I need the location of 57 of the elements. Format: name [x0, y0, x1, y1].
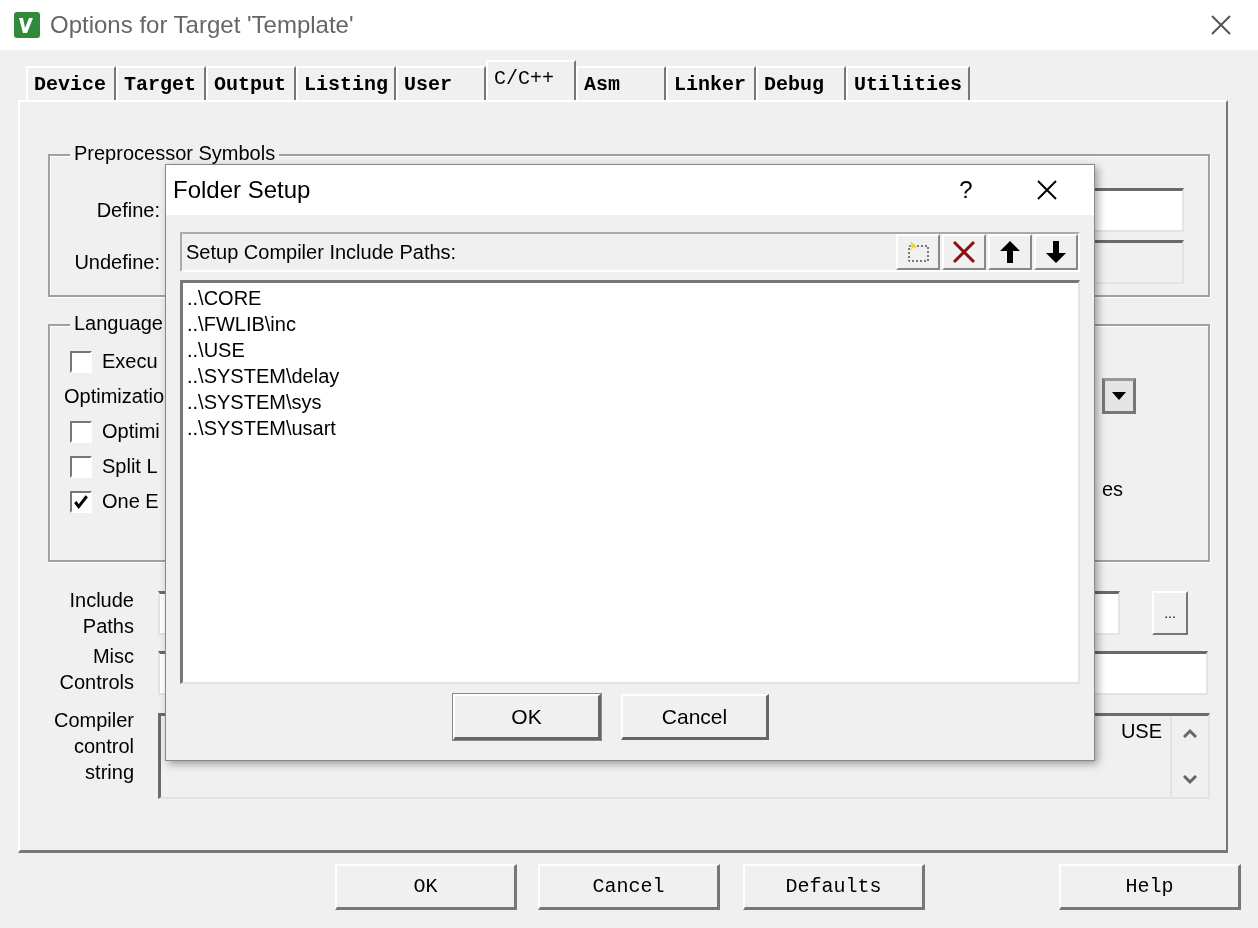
tab[interactable]: Output — [206, 66, 296, 100]
compiler-string-line: USE — [1120, 720, 1162, 743]
path-item[interactable]: ..\USE — [187, 337, 245, 363]
tab[interactable]: Target — [116, 66, 206, 100]
path-item[interactable]: ..\SYSTEM\sys — [187, 389, 322, 415]
undefine-label: Undefine: — [73, 250, 160, 274]
tab[interactable]: Listing — [296, 66, 396, 100]
dialog-button[interactable]: Help — [1059, 864, 1241, 910]
option-label: Optimizatio — [64, 385, 165, 408]
new-folder-button[interactable] — [896, 234, 940, 270]
list-label: Setup Compiler Include Paths: — [185, 240, 457, 264]
path-item[interactable]: ..\CORE — [187, 285, 262, 311]
browse-button[interactable]: ... — [1152, 591, 1188, 635]
dialog-button[interactable]: Cancel — [621, 694, 769, 740]
compiler-string-label: Compiler control string — [52, 708, 134, 785]
checkbox-label: Optimi — [102, 420, 160, 443]
dropdown-arrow-icon — [1112, 392, 1126, 400]
dialog-button[interactable]: Cancel — [538, 864, 720, 910]
tab[interactable]: Linker — [666, 66, 756, 100]
dialog-button[interactable]: OK — [453, 694, 601, 740]
checkbox[interactable] — [70, 490, 92, 513]
include-paths-label: Include Paths — [68, 588, 134, 639]
scroll-up-icon[interactable] — [1183, 728, 1197, 738]
option-label: es — [1102, 478, 1124, 501]
tab[interactable]: User — [396, 66, 486, 100]
checkbox-label: Split L — [102, 455, 158, 478]
help-button[interactable]: ? — [946, 175, 986, 205]
delete-icon — [951, 239, 977, 265]
path-item[interactable]: ..\FWLIB\inc — [187, 311, 296, 337]
define-label: Define: — [95, 198, 160, 222]
new-folder-icon — [905, 239, 931, 265]
tab[interactable]: Asm — [576, 66, 666, 100]
app-logo-icon — [14, 12, 40, 38]
dropdown-button[interactable] — [1102, 378, 1136, 414]
dialog-button[interactable]: OK — [335, 864, 517, 910]
move-down-button[interactable] — [1034, 234, 1078, 270]
close-icon[interactable] — [1036, 179, 1058, 201]
tab[interactable]: C/C++ — [486, 60, 576, 100]
path-item[interactable]: ..\SYSTEM\usart — [187, 415, 336, 441]
checkbox[interactable] — [70, 455, 92, 478]
tab[interactable]: Device — [26, 66, 116, 100]
window-title: Options for Target 'Template' — [50, 11, 354, 39]
group-title: Preprocessor Symbols — [70, 142, 280, 165]
dialog-button[interactable]: Defaults — [743, 864, 925, 910]
move-up-button[interactable] — [988, 234, 1032, 270]
dialog-title: Folder Setup — [173, 176, 311, 204]
delete-button[interactable] — [942, 234, 986, 270]
checkbox[interactable] — [70, 350, 92, 373]
checkbox[interactable] — [70, 420, 92, 443]
close-icon[interactable] — [1210, 14, 1232, 36]
misc-controls-label: Misc Controls — [58, 644, 134, 695]
checkbox-label: One E — [102, 490, 159, 513]
tab[interactable]: Utilities — [846, 66, 971, 100]
tab[interactable]: Debug — [756, 66, 846, 100]
path-item[interactable]: ..\SYSTEM\delay — [187, 363, 340, 389]
scroll-down-icon[interactable] — [1183, 775, 1197, 785]
checkbox-label: Execu — [102, 350, 158, 373]
